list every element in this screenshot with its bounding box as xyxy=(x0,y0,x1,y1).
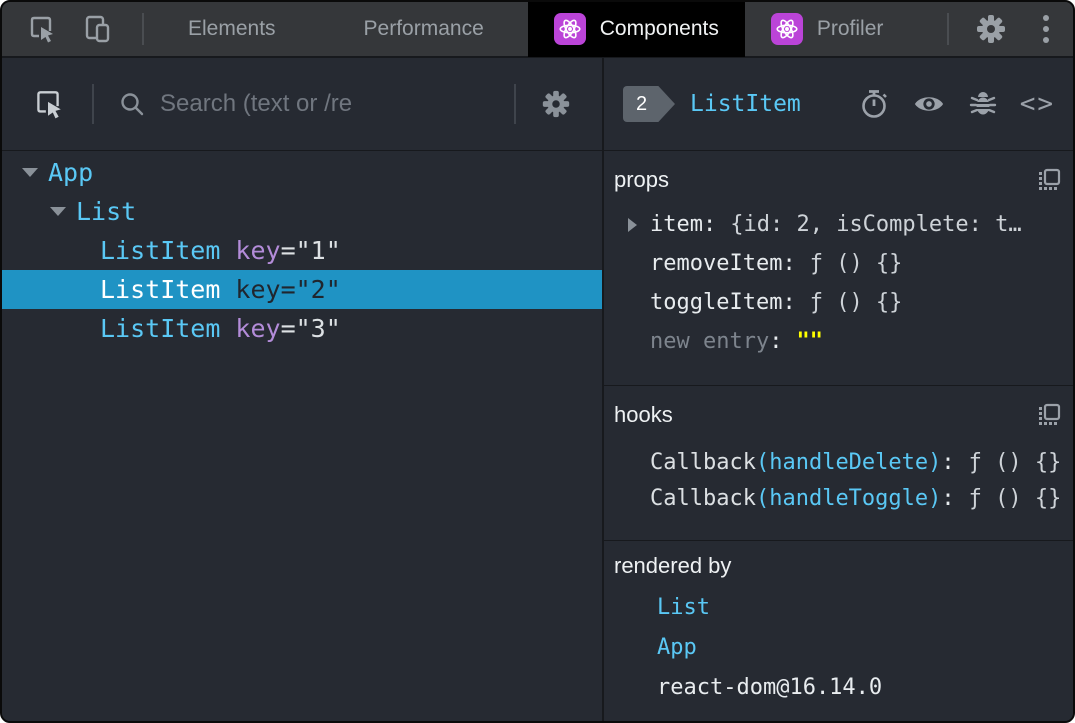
component-name: ListItem xyxy=(100,236,221,265)
search-input[interactable] xyxy=(160,90,488,118)
tab-performance[interactable]: Performance xyxy=(320,2,528,57)
settings-gear-icon[interactable] xyxy=(973,12,1009,46)
tab-components[interactable]: Components xyxy=(527,2,745,57)
prop-value: {id: 2, isComplete: t… xyxy=(730,212,1022,237)
rendered-by-title: rendered by xyxy=(614,553,732,578)
colon: : xyxy=(941,449,955,475)
key-attribute: key xyxy=(235,314,281,343)
tree-item-listitem-2[interactable]: ListItem key ="2" xyxy=(2,270,602,309)
component-name: App xyxy=(48,158,94,187)
selected-component-name: ListItem xyxy=(690,91,801,117)
tab-label: Components xyxy=(599,17,719,40)
component-name: List xyxy=(76,197,137,226)
owner-link[interactable]: List xyxy=(657,595,710,620)
props-section: props item: {id: 2, isComplete: t… remov… xyxy=(604,151,1073,386)
tab-profiler[interactable]: Profiler xyxy=(745,2,910,57)
devtools-main: App List ListItemkey="1" ListItemkey="2"… xyxy=(2,58,1073,721)
expand-arrow-icon[interactable] xyxy=(22,168,38,177)
owner-link[interactable]: App xyxy=(657,635,697,660)
component-name: ListItem xyxy=(100,314,221,343)
copy-hooks-icon[interactable] xyxy=(1037,403,1061,427)
toolbar-separator xyxy=(92,84,94,124)
colon: : xyxy=(769,329,783,354)
react-logo-icon xyxy=(770,13,803,45)
prop-name: item xyxy=(650,212,703,237)
key-value: ="1" xyxy=(280,236,341,265)
topbar-separator xyxy=(947,13,949,45)
props-title: props xyxy=(614,167,670,192)
new-entry-value-input[interactable]: "" xyxy=(796,329,823,354)
tab-label: Performance xyxy=(363,17,484,40)
owners-stack-badge[interactable]: 2 xyxy=(623,86,675,122)
new-entry-field[interactable]: new entry xyxy=(650,329,769,354)
react-logo-icon xyxy=(553,13,586,45)
renderer-version: react-dom@16.14.0 xyxy=(657,674,883,700)
prop-value: ƒ () {} xyxy=(809,251,903,276)
tree-settings-gear-icon[interactable] xyxy=(540,88,572,120)
inspect-element-icon[interactable] xyxy=(24,14,58,44)
tree-toolbar xyxy=(2,58,602,151)
view-source-code-icon[interactable]: <> xyxy=(1020,89,1053,119)
hook-name: (handleToggle) xyxy=(755,485,942,511)
devtools-window: Elements Performance Components Profiler… xyxy=(0,0,1075,723)
components-tree-panel: App List ListItemkey="1" ListItemkey="2"… xyxy=(2,58,604,721)
tree-item-list[interactable]: List xyxy=(2,192,602,231)
kebab-menu-icon[interactable] xyxy=(1039,11,1053,47)
hook-type: Callback xyxy=(650,449,756,475)
debug-bug-icon[interactable] xyxy=(967,89,999,119)
tree-item-listitem-1[interactable]: ListItem key ="1" xyxy=(2,231,602,270)
search-icon xyxy=(118,90,148,118)
prop-row-new-entry[interactable]: new entry: "" xyxy=(614,322,1061,361)
toolbar-separator xyxy=(514,84,516,124)
expand-arrow-icon[interactable] xyxy=(628,217,637,232)
device-toolbar-icon[interactable] xyxy=(80,13,116,45)
devtools-topbar: Elements Performance Components Profiler xyxy=(2,2,1073,58)
hook-row-handletoggle[interactable]: Callback (handleToggle): ƒ () {} xyxy=(614,480,1061,516)
prop-row-toggleitem[interactable]: toggleItem: ƒ () {} xyxy=(614,283,1061,322)
suspense-timer-icon[interactable] xyxy=(859,88,891,120)
component-inspector-panel: 2 ListItem <> props item: {id: 2, isCom… xyxy=(604,58,1073,721)
inspector-header: 2 ListItem <> xyxy=(604,58,1073,151)
colon: : xyxy=(702,212,717,237)
copy-props-icon[interactable] xyxy=(1037,168,1061,192)
owner-row-app[interactable]: App xyxy=(614,627,1061,667)
prop-value: ƒ () {} xyxy=(809,290,903,315)
rendered-by-section: rendered by List App react-dom@16.14.0 xyxy=(604,541,1073,721)
tab-elements[interactable]: Elements xyxy=(144,2,320,57)
hooks-title: hooks xyxy=(614,402,673,427)
key-attribute: key xyxy=(235,236,281,265)
prop-name: toggleItem xyxy=(650,290,783,315)
prop-row-item[interactable]: item: {id: 2, isComplete: t… xyxy=(614,205,1061,244)
hook-value: ƒ () {} xyxy=(968,485,1062,511)
pick-component-icon[interactable] xyxy=(32,88,66,120)
owner-row-react-dom: react-dom@16.14.0 xyxy=(614,667,1061,707)
expand-arrow-icon[interactable] xyxy=(50,207,66,216)
tab-label: Profiler xyxy=(816,17,884,40)
hook-name: (handleDelete) xyxy=(755,449,942,475)
hook-type: Callback xyxy=(650,485,756,511)
key-value: ="2" xyxy=(280,275,341,304)
colon: : xyxy=(782,251,796,276)
owner-row-list[interactable]: List xyxy=(614,587,1061,627)
inspect-dom-eye-icon[interactable] xyxy=(913,91,945,117)
colon: : xyxy=(941,485,955,511)
hook-value: ƒ () {} xyxy=(968,449,1062,475)
tree-item-app[interactable]: App xyxy=(2,153,602,192)
tree-item-listitem-3[interactable]: ListItem key ="3" xyxy=(2,309,602,348)
colon: : xyxy=(782,290,796,315)
prop-name: removeItem xyxy=(650,251,783,276)
prop-row-removeitem[interactable]: removeItem: ƒ () {} xyxy=(614,244,1061,283)
key-value: ="3" xyxy=(280,314,341,343)
hooks-section: hooks Callback (handleDelete): ƒ () {} C… xyxy=(604,386,1073,541)
tab-label: Elements xyxy=(188,17,276,40)
hook-row-handledelete[interactable]: Callback (handleDelete): ƒ () {} xyxy=(614,444,1061,480)
component-name: ListItem xyxy=(100,275,221,304)
key-attribute: key xyxy=(235,275,281,304)
component-tree: App List ListItem key ="1" ListItem key ="2"… xyxy=(2,151,602,348)
